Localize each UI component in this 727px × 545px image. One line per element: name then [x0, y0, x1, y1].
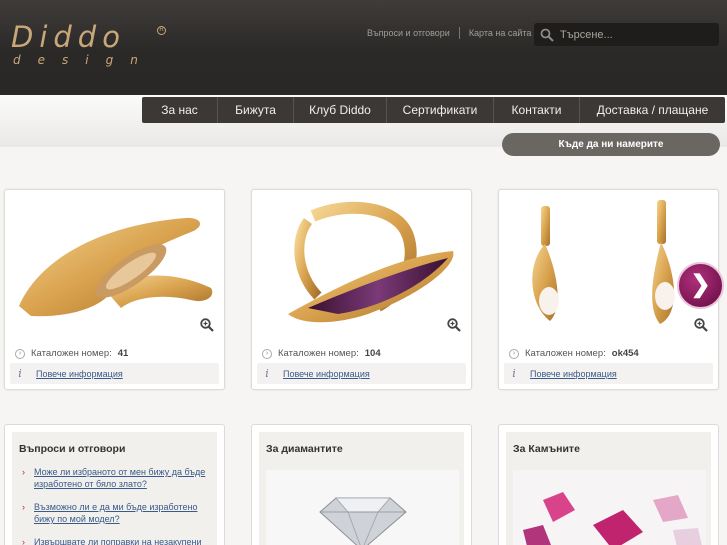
faq-list: › Може ли избраното от мен бижу да бъде и…	[22, 466, 212, 545]
catalog-label: Каталожен номер:	[525, 348, 606, 359]
search-input[interactable]	[560, 28, 710, 41]
nav-item-certificates[interactable]: Сертификати	[387, 97, 494, 123]
product-card: › Каталожен номер: 104 i Повече информац…	[251, 189, 472, 390]
search-box	[534, 23, 719, 46]
sitemap-link[interactable]: Карта на сайта	[460, 28, 541, 38]
next-arrow-button[interactable]: ❯	[677, 262, 724, 309]
search-icon[interactable]	[534, 23, 560, 46]
zoom-icon[interactable]	[200, 318, 214, 337]
catalog-label: Каталожен номер:	[278, 348, 359, 359]
faq-item: › Може ли избраното от мен бижу да бъде и…	[22, 466, 212, 490]
chevron-right-icon: ›	[509, 348, 519, 359]
ring-image[interactable]	[11, 196, 218, 330]
gemstones-image[interactable]	[513, 470, 706, 545]
nav-item-jewelry[interactable]: Бижута	[218, 97, 294, 123]
chevron-right-icon: ›	[15, 348, 25, 359]
more-info-row: i Повече информация	[257, 363, 466, 384]
catalog-number: › Каталожен номер: 104	[262, 348, 381, 359]
faq-question-link[interactable]: Може ли избраното от мен бижу да бъде из…	[34, 466, 212, 490]
more-info-link[interactable]: Повече информация	[283, 369, 370, 379]
top-links: Въпроси и отговори Карта на сайта	[358, 27, 540, 39]
faq-item: › Извършвате ли поправки на незакупени от	[22, 536, 212, 545]
chevron-right-icon: ›	[262, 348, 272, 359]
diamonds-title[interactable]: За диамантите	[266, 443, 343, 455]
arrow-icon: ›	[22, 467, 25, 477]
catalog-number: › Каталожен номер: ok454	[509, 348, 639, 359]
faq-box: Въпроси и отговори › Може ли избраното от…	[4, 424, 225, 545]
ring-image[interactable]	[258, 196, 465, 330]
info-icon: i	[265, 367, 269, 380]
nav-item-about[interactable]: За нас	[142, 97, 218, 123]
stones-title[interactable]: За Камъните	[513, 443, 580, 455]
catalog-value: 104	[364, 348, 381, 359]
faq-title: Въпроси и отговори	[19, 443, 126, 455]
logo-sub: design	[13, 53, 155, 67]
info-icon: i	[512, 367, 516, 380]
logo-word: Diddo	[11, 20, 126, 54]
catalog-value: 41	[117, 348, 129, 359]
earrings-image[interactable]	[505, 196, 712, 330]
faq-link[interactable]: Въпроси и отговори	[358, 28, 459, 38]
find-us-button[interactable]: Къде да ни намерите	[502, 133, 720, 156]
faq-question-link[interactable]: Извършвате ли поправки на незакупени от	[34, 536, 212, 545]
catalog-label: Каталожен номер:	[31, 348, 112, 359]
nav-item-delivery[interactable]: Доставка / плащане	[580, 97, 725, 123]
nav-item-contacts[interactable]: Контакти	[494, 97, 580, 123]
catalog-value: ok454	[611, 348, 639, 359]
diamond-image[interactable]	[266, 470, 459, 545]
site-header: Diddo design R Въпроси и отговори Карта …	[0, 0, 727, 95]
arrow-icon: ›	[22, 502, 25, 512]
zoom-icon[interactable]	[447, 318, 461, 337]
registered-mark: R	[157, 26, 166, 35]
catalog-number: › Каталожен номер: 41	[15, 348, 128, 359]
more-info-row: i Повече информация	[10, 363, 219, 384]
faq-item: › Възможно ли е да ми бъде изработено биж…	[22, 501, 212, 525]
product-card: › Каталожен номер: 41 i Повече информаци…	[4, 189, 225, 390]
zoom-icon[interactable]	[694, 318, 708, 337]
more-info-link[interactable]: Повече информация	[530, 369, 617, 379]
diamonds-box: За диамантите	[251, 424, 472, 545]
main-nav: За нас Бижута Клуб Diddo Сертификати Кон…	[142, 97, 725, 123]
info-icon: i	[18, 367, 22, 380]
more-info-row: i Повече информация	[504, 363, 713, 384]
arrow-icon: ›	[22, 537, 25, 545]
diddo-logo[interactable]: Diddo design R	[11, 20, 166, 67]
faq-question-link[interactable]: Възможно ли е да ми бъде изработено бижу…	[34, 501, 212, 525]
nav-item-club[interactable]: Клуб Diddo	[294, 97, 387, 123]
stones-box: За Камъните	[498, 424, 719, 545]
more-info-link[interactable]: Повече информация	[36, 369, 123, 379]
